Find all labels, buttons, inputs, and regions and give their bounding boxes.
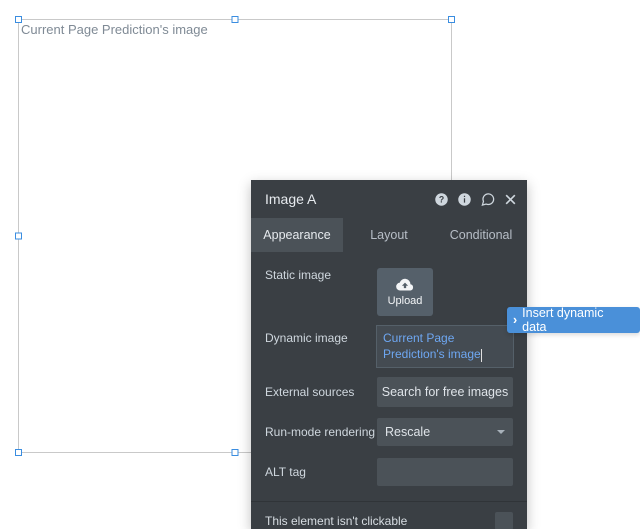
text-caret [481,349,482,362]
dynamic-image-label: Dynamic image [265,326,377,345]
close-icon[interactable] [504,193,517,206]
dynamic-expression-value: Current Page Prediction's image [383,331,481,361]
svg-text:?: ? [439,194,444,204]
comment-icon[interactable] [480,192,496,207]
help-icon[interactable]: ? [434,192,449,207]
clickable-checkbox[interactable] [495,512,513,529]
panel-header[interactable]: Image A ? [251,180,527,218]
section-divider [251,501,527,502]
resize-handle-mid-left[interactable] [15,233,22,240]
run-mode-select[interactable]: Rescale [377,418,513,446]
resize-handle-top-left[interactable] [15,16,22,23]
info-icon[interactable] [457,192,472,207]
tab-bar: Appearance Layout Conditional [251,218,527,252]
property-editor-panel: Image A ? Appearance Layout Conditional … [251,180,527,529]
insert-dynamic-data-tooltip[interactable]: › Insert dynamic data [507,307,640,333]
static-image-label: Static image [265,268,377,282]
upload-label: Upload [388,295,423,307]
search-free-images-button[interactable]: Search for free images [377,377,513,407]
resize-handle-bottom-center[interactable] [232,449,239,456]
tab-appearance[interactable]: Appearance [251,218,343,252]
run-mode-value: Rescale [385,425,430,439]
tab-layout[interactable]: Layout [343,218,435,252]
external-sources-label: External sources [265,385,377,399]
resize-handle-top-right[interactable] [448,16,455,23]
run-mode-rendering-label: Run-mode rendering [265,425,377,439]
tooltip-text: Insert dynamic data [522,306,630,334]
clickable-status-text: This element isn't clickable [265,514,407,528]
chevron-down-icon [497,430,505,434]
resize-handle-bottom-left[interactable] [15,449,22,456]
panel-title: Image A [265,191,434,207]
alt-tag-input[interactable] [377,458,513,486]
chevron-right-icon: › [513,313,517,327]
dynamic-image-input[interactable]: Current Page Prediction's image [377,326,513,367]
tab-conditional[interactable]: Conditional [435,218,527,252]
upload-button[interactable]: Upload [377,268,433,316]
alt-tag-label: ALT tag [265,465,377,479]
image-placeholder-text: Current Page Prediction's image [21,22,208,37]
resize-handle-top-center[interactable] [232,16,239,23]
